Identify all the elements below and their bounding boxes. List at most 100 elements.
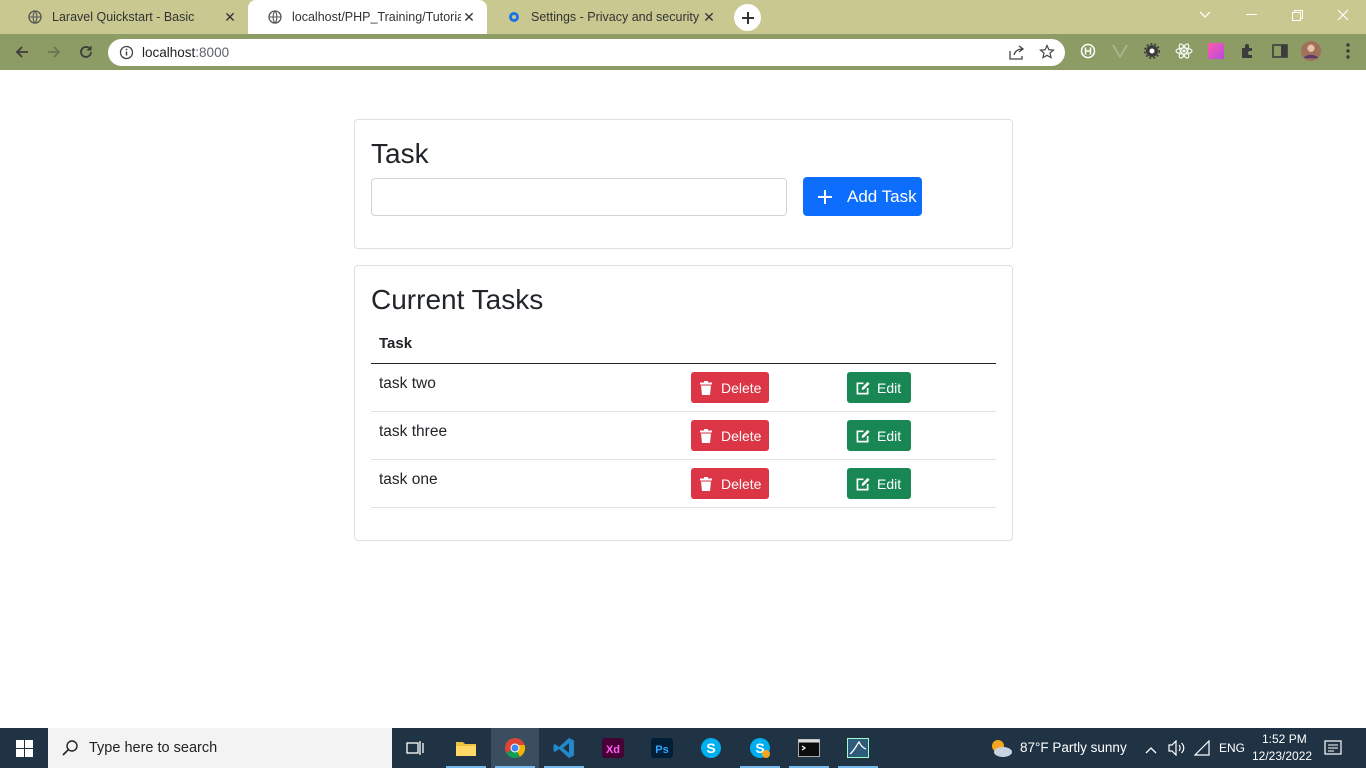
- edit-label: Edit: [877, 475, 902, 492]
- taskbar-photoshop[interactable]: Ps: [638, 728, 686, 768]
- table-row: task two Delete Edit: [371, 364, 996, 412]
- extension-gear-icon[interactable]: [1142, 41, 1162, 61]
- reload-icon: [80, 46, 92, 58]
- clock-date[interactable]: 12/23/2022: [1252, 749, 1312, 763]
- task-column-header: Task: [379, 335, 413, 352]
- taskbar-chrome[interactable]: [491, 728, 539, 768]
- skype-business-icon: S: [750, 738, 770, 758]
- restore-button[interactable]: [1274, 0, 1320, 30]
- task-view-icon: [406, 741, 424, 755]
- url-text: localhost:8000: [142, 45, 229, 60]
- adobe-xd-icon: Xd: [602, 738, 624, 758]
- taskbar-skype-business[interactable]: S: [736, 728, 784, 768]
- taskbar-mysql-workbench[interactable]: [834, 728, 882, 768]
- svg-text:S: S: [706, 740, 715, 756]
- edit-pencil-icon: [856, 381, 870, 395]
- new-tab-button[interactable]: [734, 4, 761, 31]
- profile-avatar[interactable]: [1301, 41, 1321, 61]
- mysql-workbench-icon: [847, 738, 869, 758]
- weather-partly-sunny-icon[interactable]: [988, 737, 1014, 764]
- show-hidden-icons-chevron-icon[interactable]: [1145, 741, 1157, 759]
- extension-color-icon[interactable]: [1206, 41, 1226, 61]
- tab-php-training[interactable]: localhost/PHP_Training/Tutorial_0 ✕: [248, 0, 487, 34]
- add-task-label: Add Task: [847, 186, 917, 206]
- current-tasks-card: Current Tasks Task task two Delete Edit …: [354, 265, 1013, 541]
- url-host: localhost: [142, 45, 196, 60]
- search-icon: [62, 740, 78, 756]
- plus-icon: [818, 189, 832, 204]
- taskbar-file-explorer[interactable]: [442, 728, 490, 768]
- tab-laravel-quickstart[interactable]: Laravel Quickstart - Basic ✕: [8, 0, 248, 34]
- delete-label: Delete: [721, 379, 762, 396]
- extensions-puzzle-icon[interactable]: [1238, 41, 1258, 61]
- extension-react-icon[interactable]: [1174, 41, 1194, 61]
- edit-pencil-icon: [856, 477, 870, 491]
- svg-text:Ps: Ps: [655, 744, 668, 756]
- edit-button[interactable]: Edit: [847, 468, 911, 499]
- tab-search-chevron-icon[interactable]: [1182, 0, 1228, 30]
- url-port: :8000: [195, 45, 230, 60]
- share-icon[interactable]: [1009, 45, 1025, 65]
- reload-button[interactable]: [73, 39, 99, 65]
- taskbar-search-box[interactable]: Type here to search: [48, 728, 392, 768]
- add-task-button[interactable]: Add Task: [803, 177, 922, 216]
- browser-tabstrip: Laravel Quickstart - Basic ✕ localhost/P…: [0, 0, 1366, 34]
- edit-label: Edit: [877, 379, 902, 396]
- task-view-button[interactable]: [392, 728, 440, 768]
- delete-button[interactable]: Delete: [691, 420, 769, 451]
- delete-button[interactable]: Delete: [691, 468, 769, 499]
- network-icon[interactable]: [1193, 739, 1210, 761]
- delete-button[interactable]: Delete: [691, 372, 769, 403]
- new-task-card: Task Add Task: [354, 119, 1013, 249]
- folder-icon: [456, 742, 476, 756]
- delete-label: Delete: [721, 475, 762, 492]
- close-tab-icon[interactable]: ✕: [701, 9, 717, 25]
- side-panel-icon[interactable]: [1270, 41, 1290, 61]
- extension-h-icon[interactable]: [1078, 41, 1098, 61]
- windows-taskbar: Type here to search Xd Ps S S 87°F Partl…: [0, 728, 1366, 768]
- close-tab-icon[interactable]: ✕: [222, 9, 238, 25]
- close-window-button[interactable]: [1320, 0, 1366, 30]
- browser-menu-icon[interactable]: [1338, 41, 1358, 61]
- notifications-icon[interactable]: [1324, 739, 1342, 762]
- svg-text:Xd: Xd: [606, 744, 620, 756]
- trash-icon: [700, 428, 714, 443]
- edit-pencil-icon: [856, 429, 870, 443]
- skype-icon: S: [701, 738, 721, 758]
- trash-icon: [700, 380, 714, 395]
- taskbar-adobe-xd[interactable]: Xd: [589, 728, 637, 768]
- forward-button[interactable]: [41, 39, 67, 65]
- volume-icon[interactable]: [1168, 739, 1186, 761]
- taskbar-terminal[interactable]: [785, 728, 833, 768]
- forward-arrow-icon: [48, 46, 61, 58]
- taskbar-skype[interactable]: S: [687, 728, 735, 768]
- globe-icon: [28, 10, 42, 24]
- task-name-input[interactable]: [371, 178, 787, 216]
- edit-button[interactable]: Edit: [847, 372, 911, 403]
- table-row: task one Delete Edit: [371, 460, 996, 508]
- tab-settings-privacy[interactable]: Settings - Privacy and security ✕: [487, 0, 727, 34]
- current-tasks-heading: Current Tasks: [371, 284, 544, 315]
- windows-logo-icon: [15, 739, 33, 757]
- trash-icon: [700, 476, 714, 491]
- close-tab-icon[interactable]: ✕: [461, 9, 477, 25]
- new-task-heading: Task: [371, 138, 429, 169]
- language-indicator[interactable]: ENG: [1219, 741, 1245, 755]
- minimize-button[interactable]: [1228, 0, 1274, 30]
- extension-v-icon[interactable]: [1110, 41, 1130, 61]
- edit-button[interactable]: Edit: [847, 420, 911, 451]
- tab-title: localhost/PHP_Training/Tutorial_0: [292, 10, 461, 24]
- site-info-icon[interactable]: [119, 45, 134, 65]
- clock-time[interactable]: 1:52 PM: [1262, 732, 1307, 746]
- task-name: task three: [379, 423, 448, 440]
- taskbar-vscode[interactable]: [540, 728, 588, 768]
- address-bar[interactable]: localhost:8000: [108, 39, 1065, 66]
- weather-text[interactable]: 87°F Partly sunny: [1020, 740, 1127, 755]
- back-button[interactable]: [9, 39, 35, 65]
- start-button[interactable]: [0, 728, 48, 768]
- tab-title: Laravel Quickstart - Basic: [52, 10, 195, 24]
- settings-gear-icon: [507, 10, 521, 24]
- edit-label: Edit: [877, 427, 902, 444]
- bookmark-star-icon[interactable]: [1039, 44, 1055, 65]
- table-row: task three Delete Edit: [371, 412, 996, 460]
